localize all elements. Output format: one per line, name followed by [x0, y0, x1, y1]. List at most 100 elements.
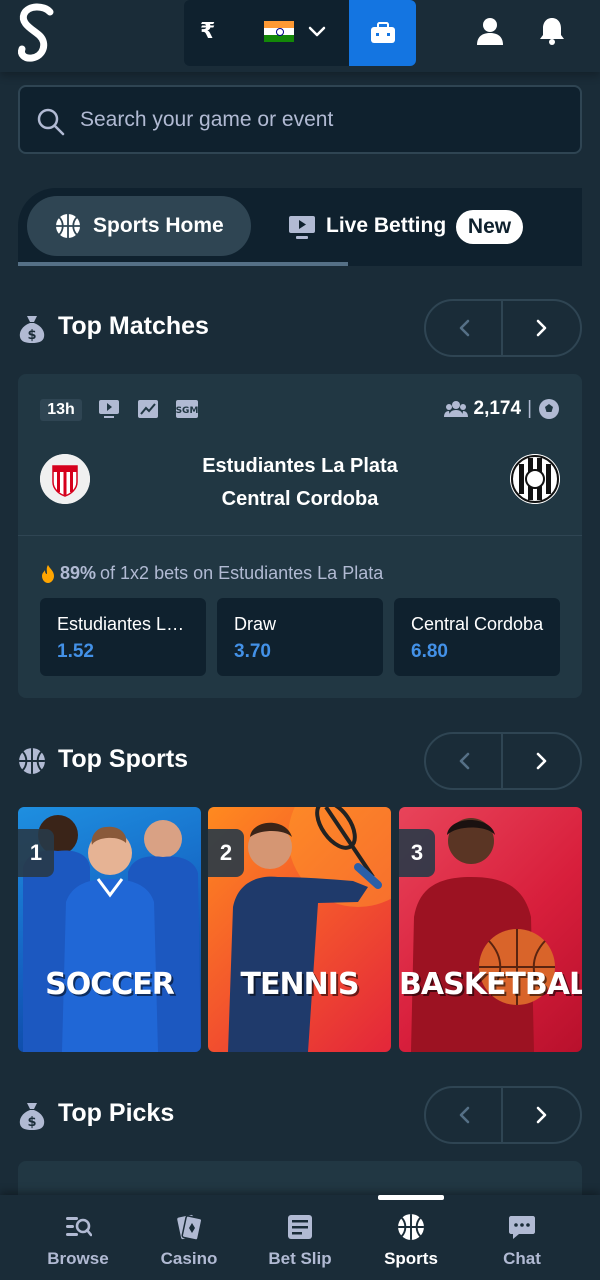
sports-tabs: Sports Home Live Betting New	[18, 188, 582, 266]
bet-stat: 89% of 1x2 bets on Estudiantes La Plata	[40, 563, 383, 584]
money-bag-icon: $	[19, 316, 45, 343]
tab-active-indicator	[18, 262, 348, 266]
sport-tile-basketball[interactable]: 3 BASKETBALL	[399, 807, 582, 1052]
live-tv-icon	[289, 216, 315, 239]
sport-rank: 2	[208, 829, 244, 877]
top-picks-header: $ Top Picks	[18, 1086, 582, 1144]
chevron-right-icon	[536, 319, 546, 337]
chevron-left-icon	[459, 319, 469, 337]
user-icon[interactable]	[475, 16, 505, 46]
away-team-name: Central Cordoba	[221, 488, 379, 510]
wallet-selector: ₹	[184, 0, 416, 66]
chevron-right-icon	[536, 1106, 546, 1124]
separator: |	[527, 398, 532, 419]
stat-percent: 89%	[60, 563, 97, 583]
odds-label: Central Cordoba	[411, 614, 544, 634]
nav-bet-slip[interactable]: Bet Slip	[255, 1213, 345, 1269]
sport-name: TENNIS	[240, 967, 360, 1002]
top-matches-header: $ Top Matches	[18, 299, 582, 357]
top-header: ₹	[0, 0, 600, 72]
nav-chat[interactable]: Chat	[477, 1213, 567, 1269]
sport-name: SOCCER	[45, 967, 175, 1002]
carousel-nav	[424, 1086, 582, 1144]
odds-button-away[interactable]: Central Cordoba 6.80	[394, 598, 560, 676]
fire-icon	[42, 564, 54, 583]
section-title: Top Sports	[58, 745, 189, 773]
bettors-value: 2,174	[473, 398, 522, 419]
users-icon	[443, 401, 468, 417]
tab-label: Live Betting	[326, 214, 447, 237]
top-sports-header: Top Sports	[18, 732, 582, 790]
chevron-left-icon	[459, 752, 469, 770]
soccer-ball-icon	[539, 399, 559, 419]
carousel-prev-button[interactable]	[426, 1088, 504, 1142]
nav-label: Browse	[47, 1249, 109, 1268]
nav-browse[interactable]: Browse	[33, 1213, 123, 1269]
sport-tile-tennis[interactable]: 2 TENNIS	[208, 807, 391, 1052]
sport-tile-soccer[interactable]: 1 SOCCER	[18, 807, 201, 1052]
active-nav-indicator	[378, 1195, 444, 1200]
home-team-name: Estudiantes La Plata	[202, 455, 398, 477]
flag-india-icon	[264, 21, 294, 42]
stats-chart-icon	[138, 400, 158, 418]
carousel-nav	[424, 299, 582, 357]
svg-text:$: $	[27, 328, 36, 343]
money-bag-icon: $	[19, 1103, 45, 1130]
wallet-icon	[370, 22, 395, 43]
sports-ball-icon	[398, 1214, 424, 1240]
bell-icon[interactable]	[537, 16, 567, 46]
nav-sports[interactable]: Sports	[366, 1213, 456, 1269]
nav-casino[interactable]: Casino	[144, 1213, 234, 1269]
live-stream-icon	[99, 400, 119, 418]
match-card[interactable]: 13h SGM 2,174 | Estudiantes La Plata Cen…	[18, 374, 582, 698]
sport-rank: 3	[399, 829, 435, 877]
odds-price: 3.70	[234, 641, 271, 662]
stat-text: of 1x2 bets on Estudiantes La Plata	[100, 563, 384, 583]
odds-button-home[interactable]: Estudiantes La Plata 1.52	[40, 598, 206, 676]
svg-text:$: $	[27, 1115, 36, 1130]
chevron-down-icon	[308, 26, 326, 37]
currency-symbol: ₹	[200, 18, 216, 43]
svg-text:SGM: SGM	[176, 406, 199, 416]
carousel-next-button[interactable]	[503, 734, 580, 788]
wallet-button[interactable]	[349, 0, 416, 66]
odds-price: 6.80	[411, 641, 448, 662]
bottom-navigation: Browse Casino Bet Slip Sports Chat	[0, 1195, 600, 1280]
nav-label: Bet Slip	[268, 1249, 332, 1268]
section-title: Top Matches	[58, 312, 209, 340]
search-bar	[18, 85, 582, 154]
nav-label: Chat	[503, 1249, 541, 1268]
section-title: Top Picks	[58, 1099, 175, 1127]
carousel-prev-button[interactable]	[426, 734, 504, 788]
tab-sports-home[interactable]: Sports Home	[27, 196, 251, 256]
match-teams: Estudiantes La Plata Central Cordoba	[118, 450, 482, 516]
carousel-prev-button[interactable]	[426, 301, 504, 355]
search-input[interactable]	[80, 101, 560, 139]
chevron-left-icon	[459, 1106, 469, 1124]
basketball-icon	[19, 748, 45, 774]
nav-label: Casino	[160, 1249, 218, 1268]
chevron-right-icon	[536, 752, 546, 770]
bettors-count: 2,174 |	[443, 398, 560, 420]
card-divider	[18, 535, 582, 536]
basketball-icon	[56, 214, 80, 238]
casino-cards-icon	[177, 1214, 203, 1241]
carousel-next-button[interactable]	[503, 1088, 580, 1142]
bet-slip-icon	[288, 1215, 312, 1239]
browse-icon	[66, 1217, 92, 1237]
stake-logo[interactable]	[14, 2, 60, 66]
new-badge: New	[456, 210, 523, 244]
home-team-logo	[40, 454, 90, 504]
currency-dropdown[interactable]: ₹	[184, 0, 349, 66]
odds-button-draw[interactable]: Draw 3.70	[217, 598, 383, 676]
away-team-logo	[510, 454, 560, 504]
tab-label: Sports Home	[93, 214, 224, 237]
carousel-nav	[424, 732, 582, 790]
tab-live-betting[interactable]: Live Betting New	[286, 196, 566, 256]
chat-icon	[509, 1216, 535, 1239]
match-time-badge: 13h	[40, 399, 82, 421]
carousel-next-button[interactable]	[503, 301, 580, 355]
odds-label: Draw	[234, 614, 277, 634]
sgm-icon: SGM	[176, 400, 199, 418]
sport-name: BASKETBALL	[399, 967, 582, 1002]
